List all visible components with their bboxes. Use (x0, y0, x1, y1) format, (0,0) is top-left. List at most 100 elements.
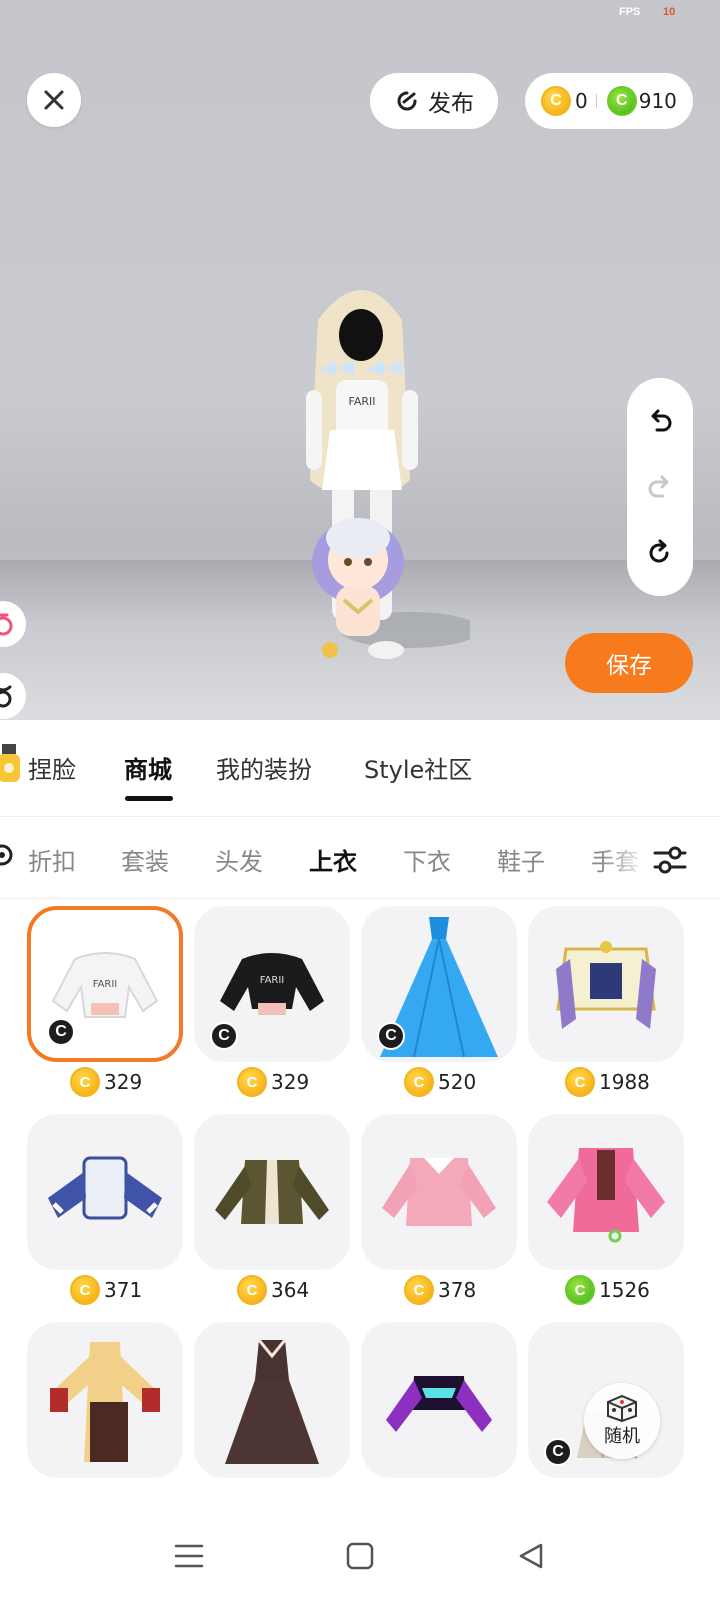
item-price: C 329 (70, 1066, 142, 1098)
gold-balance: 0 (575, 89, 588, 113)
gold-coin-icon: C (404, 1067, 434, 1097)
olive-jacket-thumbnail (215, 1160, 329, 1224)
filter-button[interactable] (650, 840, 690, 880)
pose-icon (0, 685, 12, 708)
menu-icon (174, 1544, 204, 1568)
eye-icon[interactable] (0, 840, 20, 870)
fps-label: FPS (619, 6, 641, 18)
avatar-viewport[interactable]: FPS 10 发布 C 0 C 910 FARII 保存 (0, 0, 720, 720)
close-button[interactable] (27, 73, 81, 127)
gold-coin-icon: C (541, 86, 571, 116)
item-price: C 1988 (565, 1066, 650, 1098)
save-button[interactable]: 保存 (565, 633, 693, 693)
price-value: 1526 (599, 1278, 650, 1302)
tab-my-outfits[interactable]: 我的装扮 (216, 750, 312, 785)
item-card[interactable] (361, 1322, 517, 1478)
category-tab-bar: 折扣 套装 头发 上衣 下衣 鞋子 手套 (0, 818, 720, 898)
gold-coin-icon: C (404, 1275, 434, 1305)
green-coin-icon: C (606, 86, 637, 116)
gold-coin-icon: C (565, 1067, 595, 1097)
purple-jacket-thumbnail (386, 1376, 492, 1432)
item-card[interactable] (528, 1114, 684, 1270)
main-tab-bar: 捏脸 商城 我的装扮 Style社区 (0, 720, 720, 816)
currency-divider (595, 94, 597, 108)
filter-sliders-icon (653, 846, 687, 874)
price-value: 1988 (599, 1070, 650, 1094)
category-hair[interactable]: 头发 (215, 842, 263, 877)
avatar-model[interactable]: FARII (270, 280, 470, 700)
category-discount[interactable]: 折扣 (28, 842, 76, 877)
item-price: C 329 (237, 1066, 309, 1098)
category-fade (600, 828, 650, 888)
fps-value: 10 (663, 6, 676, 18)
copyright-badge-icon: C (47, 1018, 75, 1046)
home-square-icon (346, 1542, 374, 1570)
publish-icon (397, 91, 417, 111)
item-price: C 520 (404, 1066, 476, 1098)
gold-coin-icon: C (237, 1067, 267, 1097)
blue-striped-top-thumbnail (48, 1156, 162, 1220)
price-value: 520 (438, 1070, 477, 1094)
pink-bomber-thumbnail (547, 1148, 665, 1243)
nav-recents-button[interactable] (167, 1534, 211, 1578)
item-card[interactable] (27, 1322, 183, 1478)
system-nav-bar (0, 1512, 720, 1600)
price-value: 329 (104, 1070, 143, 1094)
publish-button[interactable]: 发布 (370, 73, 498, 129)
lamp-icon[interactable] (0, 744, 22, 792)
currency-balance[interactable]: C 0 C 910 (525, 73, 693, 129)
price-value: 364 (271, 1278, 310, 1302)
item-price: C 378 (404, 1274, 476, 1306)
category-bottoms[interactable]: 下衣 (403, 842, 451, 877)
close-icon (44, 90, 64, 110)
nav-home-button[interactable] (338, 1534, 382, 1578)
price-value: 329 (271, 1070, 310, 1094)
undo-icon[interactable] (645, 406, 675, 436)
tab-shop[interactable]: 商城 (124, 750, 172, 785)
item-card[interactable] (361, 1114, 517, 1270)
svg-text:FARII: FARII (93, 979, 118, 990)
svg-text:FARII: FARII (349, 395, 376, 408)
item-card[interactable]: C (361, 906, 517, 1062)
item-card[interactable]: FARII C (194, 906, 350, 1062)
active-tab-indicator (125, 796, 173, 801)
dice-icon (607, 1394, 637, 1422)
random-label: 随机 (604, 1426, 640, 1447)
back-triangle-icon (519, 1543, 543, 1569)
random-button[interactable]: 随机 (584, 1383, 660, 1459)
item-price: C 371 (70, 1274, 142, 1306)
white-hoodie-thumbnail: FARII (51, 952, 159, 1018)
gold-coin-icon: C (237, 1275, 267, 1305)
tab-divider (0, 816, 720, 817)
gold-coin-icon: C (70, 1275, 100, 1305)
price-value: 378 (438, 1278, 477, 1302)
publish-label: 发布 (428, 91, 474, 117)
copyright-badge-icon: C (544, 1438, 572, 1466)
tab-style-community[interactable]: Style社区 (364, 750, 472, 785)
redo-icon[interactable] (645, 472, 675, 502)
green-coin-icon: C (565, 1275, 595, 1305)
pink-badge-icon (0, 613, 13, 636)
nav-back-button[interactable] (509, 1534, 553, 1578)
item-card[interactable] (194, 1114, 350, 1270)
history-panel (627, 378, 693, 596)
price-value: 371 (104, 1278, 143, 1302)
reset-icon[interactable] (645, 538, 675, 568)
category-shoes[interactable]: 鞋子 (497, 842, 545, 877)
green-balance: 910 (638, 89, 677, 113)
copyright-badge-icon: C (210, 1022, 238, 1050)
item-card[interactable] (27, 1114, 183, 1270)
tab-face[interactable]: 捏脸 (28, 750, 76, 785)
item-card[interactable] (194, 1322, 350, 1478)
dark-dress-thumbnail (225, 1339, 319, 1464)
item-card[interactable] (528, 906, 684, 1062)
item-price: C 1526 (565, 1274, 650, 1306)
svg-text:FARII: FARII (260, 975, 285, 986)
category-tops[interactable]: 上衣 (309, 842, 357, 877)
gold-coin-icon: C (70, 1067, 100, 1097)
qipao-dress-thumbnail (50, 1342, 160, 1462)
black-hoodie-thumbnail: FARII (220, 953, 324, 1015)
item-price: C 364 (237, 1274, 309, 1306)
category-sets[interactable]: 套装 (121, 842, 169, 877)
item-card[interactable]: FARII C (27, 906, 183, 1062)
